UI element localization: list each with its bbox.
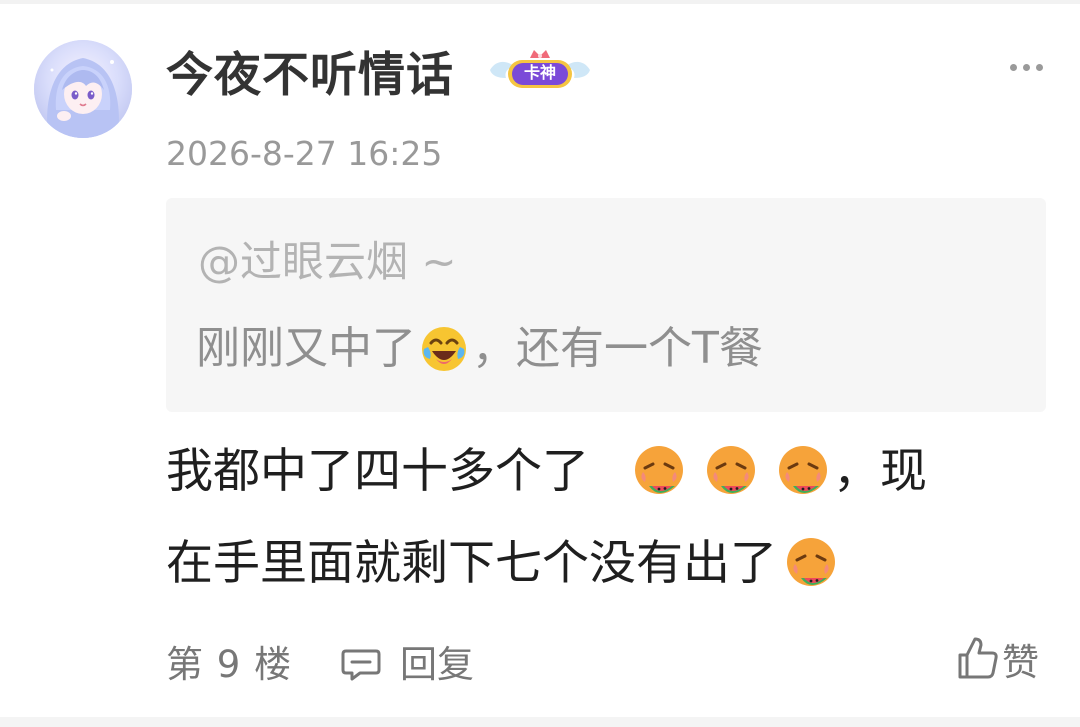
bottom-divider xyxy=(0,717,1080,727)
eating-watermelon-face-emoji-icon xyxy=(787,538,835,586)
more-horizontal-icon xyxy=(1036,64,1043,71)
more-horizontal-icon xyxy=(1023,64,1030,71)
avatar[interactable] xyxy=(34,40,132,138)
top-divider xyxy=(0,0,1080,4)
thumbs-up-icon xyxy=(958,637,998,679)
comment-text-part-2: ，现 xyxy=(833,444,927,499)
floor-number: 第 9 楼 xyxy=(166,643,293,686)
quote-text-before: 刚刚又中了 xyxy=(196,323,416,374)
quoted-comment[interactable] xyxy=(166,198,1046,412)
reply-button[interactable]: 回复 xyxy=(340,642,474,688)
eating-watermelon-face-emoji-icon xyxy=(635,446,683,494)
eating-watermelon-face-emoji-icon xyxy=(707,446,755,494)
reply-label: 回复 xyxy=(400,643,474,686)
comment-text-line-2: 在手里面就剩下七个没有出了 xyxy=(166,534,841,594)
eating-watermelon-face-emoji-icon xyxy=(779,446,827,494)
comment-text-part-1: 我都中了四十多个了 xyxy=(166,444,589,499)
quote-text: 刚刚又中了 ，还有一个T餐 xyxy=(196,322,763,376)
comment-card: 今夜不听情话 卡神 2026-8-27 16:25 @过眼云烟 ~ 刚刚又中了 xyxy=(0,0,1080,727)
post-timestamp: 2026-8-27 16:25 xyxy=(166,134,443,173)
more-horizontal-icon xyxy=(1010,64,1017,71)
comment-bubble-icon xyxy=(341,649,381,681)
quote-mention[interactable]: @过眼云烟 ~ xyxy=(198,236,457,288)
username[interactable]: 今夜不听情话 xyxy=(166,48,454,104)
badge-label: 卡神 xyxy=(523,63,556,82)
more-options-button[interactable] xyxy=(1004,56,1048,78)
like-label: 赞 xyxy=(1002,641,1039,684)
crying-laughing-emoji-icon xyxy=(422,327,466,371)
like-button[interactable]: 赞 xyxy=(956,630,1039,686)
comment-text-line-1: 我都中了四十多个了 ，现 xyxy=(166,442,927,502)
comment-text-part-3: 在手里面就剩下七个没有出了 xyxy=(166,536,777,591)
quote-text-after: ，还有一个T餐 xyxy=(472,323,763,374)
